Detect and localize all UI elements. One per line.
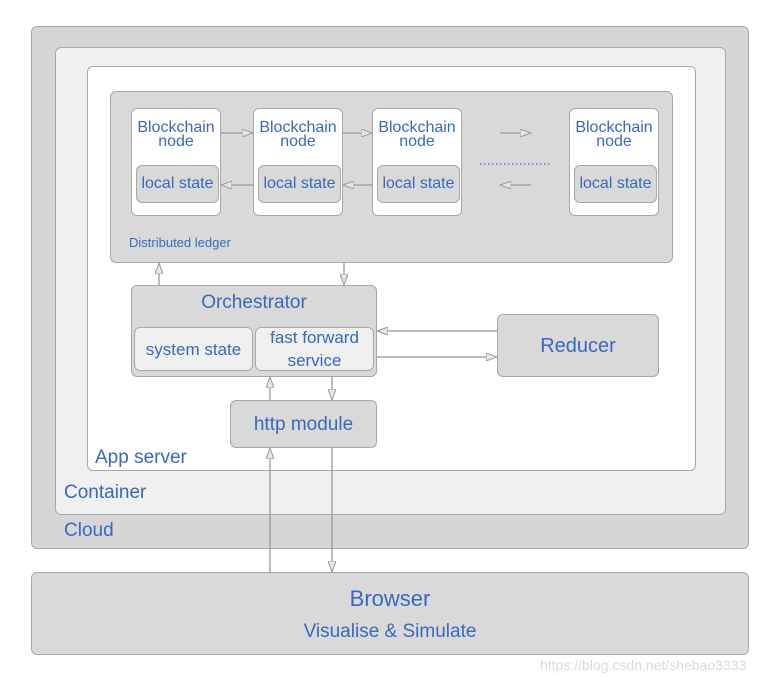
connector-arrows	[0, 0, 551, 685]
